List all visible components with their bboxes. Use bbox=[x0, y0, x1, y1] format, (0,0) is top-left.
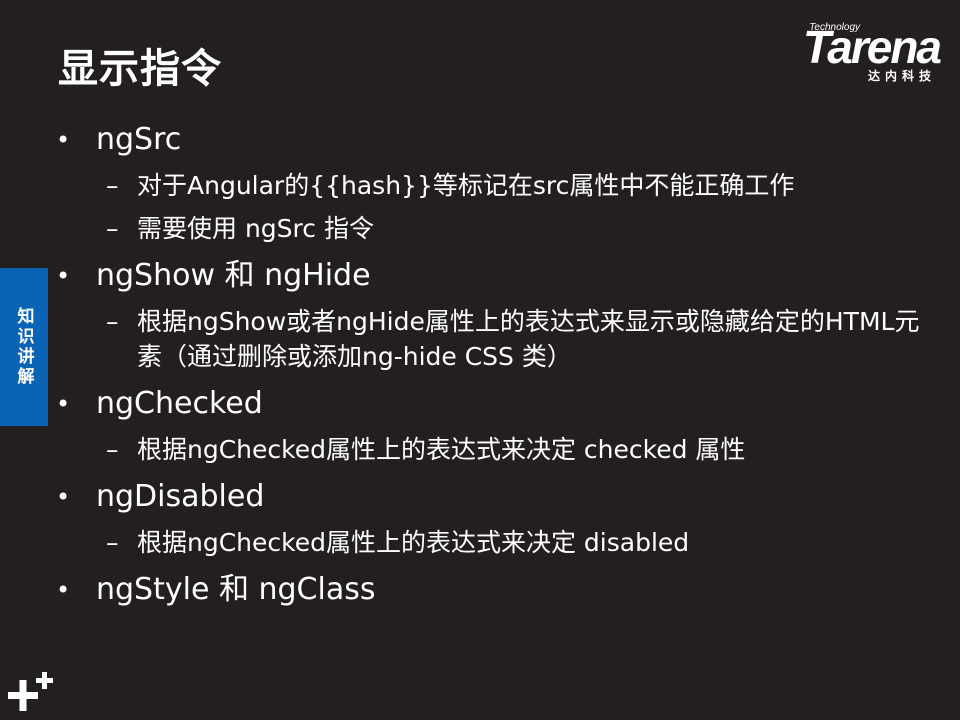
bullet-item-ngdisabled: ngDisabled bbox=[56, 477, 926, 517]
tarena-logo: Technology Tarena 达内科技 bbox=[775, 21, 942, 84]
sub-item: 根据ngShow或者ngHide属性上的表达式来显示或隐藏给定的HTML元素（通… bbox=[56, 304, 926, 374]
logo-wordmark: Tarena bbox=[802, 21, 942, 73]
bullet-item-ngshow-nghide: ngShow 和 ngHide bbox=[56, 256, 926, 296]
logo-chinese-name: 达内科技 bbox=[867, 69, 936, 83]
bullet-item-ngstyle-ngclass: ngStyle 和 ngClass bbox=[56, 570, 926, 610]
plus-icon bbox=[8, 672, 53, 711]
section-tab-label: 知识讲解 bbox=[13, 307, 34, 387]
sub-item: 对于Angular的{{hash}}等标记在src属性中不能正确工作 bbox=[56, 168, 926, 203]
sub-item: 需要使用 ngSrc 指令 bbox=[56, 211, 926, 246]
section-tab: 知识讲解 bbox=[0, 268, 48, 426]
bullet-list: ngSrc 对于Angular的{{hash}}等标记在src属性中不能正确工作… bbox=[56, 120, 926, 610]
bullet-item-ngchecked: ngChecked bbox=[56, 384, 926, 424]
slide-title: 显示指令 bbox=[58, 46, 222, 92]
bullet-item-ngsrc: ngSrc bbox=[56, 120, 926, 160]
sub-item: 根据ngChecked属性上的表达式来决定 disabled bbox=[56, 525, 926, 560]
sub-item: 根据ngChecked属性上的表达式来决定 checked 属性 bbox=[56, 432, 926, 467]
